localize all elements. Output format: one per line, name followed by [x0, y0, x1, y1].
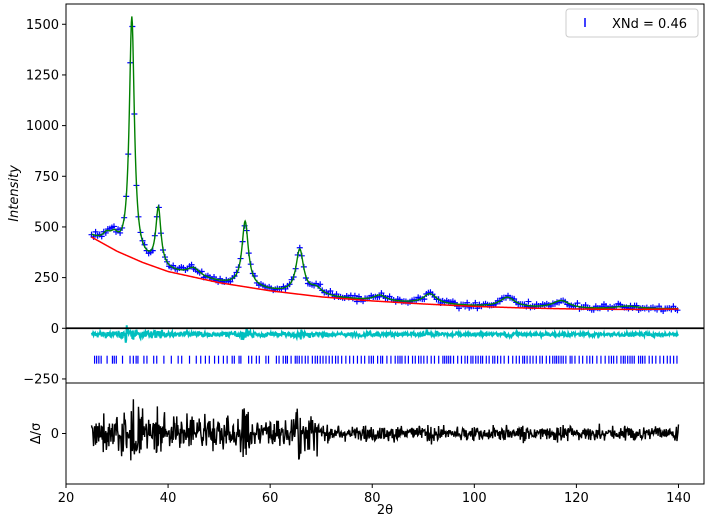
x-tick-label: 20: [58, 491, 75, 506]
residual-curve: [90, 399, 680, 461]
x-tick-label: 60: [262, 491, 279, 506]
calculated-curve: [91, 16, 679, 310]
y-tick-label: 1500: [26, 18, 59, 33]
main-axes-frame: [65, 3, 705, 384]
y-tick-label: 250: [34, 271, 59, 286]
observed-points: [88, 23, 681, 315]
legend-label: XNd = 0.46: [612, 17, 687, 32]
y-tick-label: 1250: [26, 68, 59, 83]
x-tick-label: 40: [160, 491, 177, 506]
residual-plot-area: [90, 399, 680, 461]
residual-y-axis-label: Δ/σ: [29, 423, 44, 445]
x-tick-label: 120: [564, 491, 589, 506]
y-tick-label: 500: [34, 220, 59, 235]
y-tick-label: 0: [51, 322, 59, 337]
rietveld-figure: −2500250500750100012501500 Intensity XNd…: [7, 3, 705, 518]
x-ticks: 20 40 60 80 100 120 140: [58, 484, 691, 506]
x-tick-label: 100: [462, 491, 487, 506]
residual-y-ticks: 0: [51, 427, 66, 442]
x-axis-label: 2θ: [377, 503, 393, 518]
main-y-axis-label: Intensity: [7, 165, 22, 222]
y-tick-label: 1000: [26, 119, 59, 134]
legend: XNd = 0.46: [565, 8, 699, 38]
x-tick-label: 140: [666, 491, 691, 506]
y-tick-label: −250: [23, 372, 59, 387]
reflection-ticks: [93, 355, 678, 364]
main-plot-area: [66, 16, 704, 364]
y-tick-label: 750: [34, 170, 59, 185]
main-y-ticks: −250 0 250 500 750 1000 1250 1500: [23, 18, 66, 387]
y-tick-label: 0: [51, 427, 59, 442]
